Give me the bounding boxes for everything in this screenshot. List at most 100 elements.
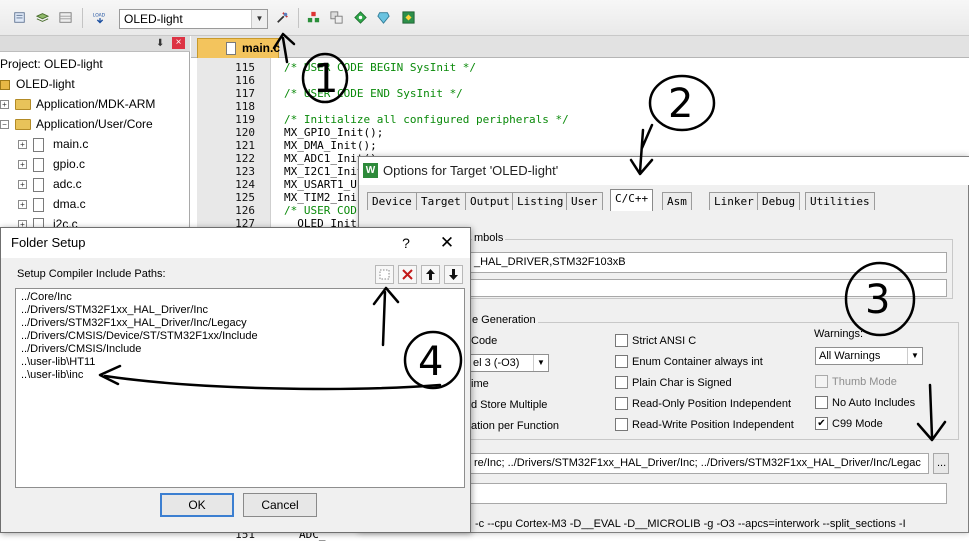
tree-item-file[interactable]: + main.c — [18, 134, 88, 154]
pack-installer-icon[interactable] — [400, 9, 417, 26]
optimization-select[interactable]: el 3 (-O3) ▼ — [469, 354, 549, 372]
codegen-group-label: e Generation — [470, 314, 538, 326]
ro-position-checkbox[interactable] — [615, 397, 628, 410]
ok-button[interactable]: OK — [160, 493, 234, 517]
grid-icon[interactable] — [57, 9, 74, 26]
tab-device[interactable]: Device — [367, 192, 417, 210]
no-auto-includes-checkbox[interactable] — [815, 396, 828, 409]
list-item[interactable]: ../Core/Inc — [21, 291, 72, 304]
strict-ansi-checkbox[interactable] — [615, 334, 628, 347]
misc-controls-input[interactable] — [469, 483, 947, 504]
option-optimize-time[interactable]: ime — [471, 378, 489, 390]
tab-c-c-[interactable]: C/C++ — [610, 189, 654, 211]
list-item[interactable]: ../Drivers/CMSIS/Include — [21, 343, 141, 356]
move-down-icon[interactable] — [444, 265, 463, 284]
line-number: 116 — [235, 74, 255, 87]
tab-linker[interactable]: Linker — [709, 192, 759, 210]
no-auto-includes-label: No Auto Includes — [832, 397, 916, 409]
tree-item-file[interactable]: + dma.c — [18, 194, 86, 214]
tab-label: main.c — [242, 41, 281, 55]
cancel-button[interactable]: Cancel — [243, 493, 317, 517]
tab-listing[interactable]: Listing — [512, 192, 569, 210]
tab-output[interactable]: Output — [465, 192, 515, 210]
tree-item-label: gpio.c — [53, 157, 86, 171]
tab-debug[interactable]: Debug — [757, 192, 801, 210]
line-number: 118 — [235, 100, 255, 113]
line-number: 125 — [235, 191, 255, 204]
diamond-icon[interactable] — [352, 9, 369, 26]
chevron-down-icon[interactable]: ▼ — [907, 348, 922, 364]
tab-asm[interactable]: Asm — [662, 192, 692, 210]
delete-icon[interactable] — [398, 265, 417, 284]
tree-item-file[interactable]: + gpio.c — [18, 154, 85, 174]
tree-item-group-mdk[interactable]: + Application/MDK-ARM — [0, 94, 155, 114]
tree-item-file[interactable]: + adc.c — [18, 174, 82, 194]
code-text: /* USER CODE BEGIN SysInit */ — [284, 61, 477, 74]
code-text: /* USER CODE END SysInit */ — [284, 87, 463, 100]
close-button[interactable]: ✕ — [433, 228, 461, 258]
pin-icon[interactable]: ⬇ — [156, 38, 164, 49]
copy-icon[interactable] — [328, 9, 345, 26]
c99-mode-checkbox[interactable]: ✔ — [815, 417, 828, 430]
load-icon[interactable]: LOAD — [90, 9, 110, 26]
option-execute-only-code[interactable]: Code — [471, 335, 497, 347]
load-label: LOAD — [93, 12, 106, 18]
collapse-icon[interactable]: − — [0, 120, 9, 130]
define-group-label: mbols — [472, 232, 506, 244]
expand-icon[interactable]: + — [0, 100, 9, 110]
target-select[interactable]: OLED-light ▼ — [119, 9, 268, 29]
target-options-icon[interactable] — [274, 9, 291, 26]
code-text: MX_USART1_U — [284, 178, 357, 191]
list-item[interactable]: ../Drivers/STM32F1xx_HAL_Driver/Inc/Lega… — [21, 317, 247, 330]
list-item[interactable]: ..\user-lib\inc — [21, 369, 83, 382]
undefine-input[interactable] — [469, 279, 947, 297]
list-item[interactable]: ../Drivers/STM32F1xx_HAL_Driver/Inc — [21, 304, 208, 317]
keil-app-icon: W — [363, 163, 378, 178]
stack-icon[interactable] — [34, 9, 51, 26]
include-paths-browse-button[interactable]: ... — [933, 453, 949, 474]
new-file-icon[interactable] — [11, 9, 28, 26]
tab-target[interactable]: Target — [416, 192, 466, 210]
code-text: /* USER COD — [284, 204, 357, 217]
tree-item-group-core[interactable]: − Application/User/Core — [0, 114, 153, 134]
enum-container-checkbox[interactable] — [615, 355, 628, 368]
strict-ansi-label: Strict ANSI C — [632, 335, 697, 347]
list-item[interactable]: ..\user-lib\HT11 — [21, 356, 95, 369]
tree-item-target[interactable]: OLED-light — [0, 74, 75, 94]
close-icon[interactable]: × — [172, 37, 185, 49]
plain-char-label: Plain Char is Signed — [632, 377, 732, 389]
toolbar: LOAD OLED-light ▼ — [0, 0, 969, 36]
include-path-list[interactable]: ../Core/Inc ../Drivers/STM32F1xx_HAL_Driv… — [15, 288, 465, 488]
include-paths-input[interactable]: re/Inc; ../Drivers/STM32F1xx_HAL_Driver/… — [469, 453, 929, 474]
line-number: 121 — [235, 139, 255, 152]
tab-main-c[interactable]: main.c — [197, 38, 281, 58]
dialog-title-bar: Folder Setup ? ✕ — [1, 228, 470, 258]
new-folder-icon[interactable] — [375, 265, 394, 284]
gem-icon[interactable] — [375, 9, 392, 26]
define-input[interactable]: _HAL_DRIVER,STM32F103xB — [469, 252, 947, 273]
option-one-elf-section[interactable]: ation per Function — [471, 420, 559, 432]
chevron-down-icon[interactable]: ▼ — [533, 355, 548, 371]
tree-item-label: dma.c — [53, 197, 86, 211]
expand-icon[interactable]: + — [18, 160, 27, 170]
tab-utilities[interactable]: Utilities — [805, 192, 875, 210]
dialog-title: Options for Target 'OLED-light' — [383, 163, 559, 178]
line-number: 126 — [235, 204, 255, 217]
option-split-load-store[interactable]: d Store Multiple — [471, 399, 547, 411]
move-up-icon[interactable] — [421, 265, 440, 284]
plain-char-checkbox[interactable] — [615, 376, 628, 389]
expand-icon[interactable]: + — [18, 180, 27, 190]
manage-project-icon[interactable] — [305, 9, 322, 26]
chevron-down-icon[interactable]: ▼ — [251, 10, 267, 28]
help-button[interactable]: ? — [396, 228, 416, 258]
warnings-select[interactable]: All Warnings ▼ — [815, 347, 923, 365]
rw-position-checkbox[interactable] — [615, 418, 628, 431]
expand-icon[interactable]: + — [18, 200, 27, 210]
line-number: 115 — [235, 61, 255, 74]
tab-user[interactable]: User — [566, 192, 603, 210]
project-root[interactable]: Project: OLED-light — [0, 54, 103, 74]
expand-icon[interactable]: + — [18, 140, 27, 150]
list-item[interactable]: ../Drivers/CMSIS/Device/ST/STM32F1xx/Inc… — [21, 330, 258, 343]
code-text: MX_TIM2_Ini — [284, 191, 357, 204]
folder-setup-dialog: Folder Setup ? ✕ Setup Compiler Include … — [0, 227, 471, 533]
